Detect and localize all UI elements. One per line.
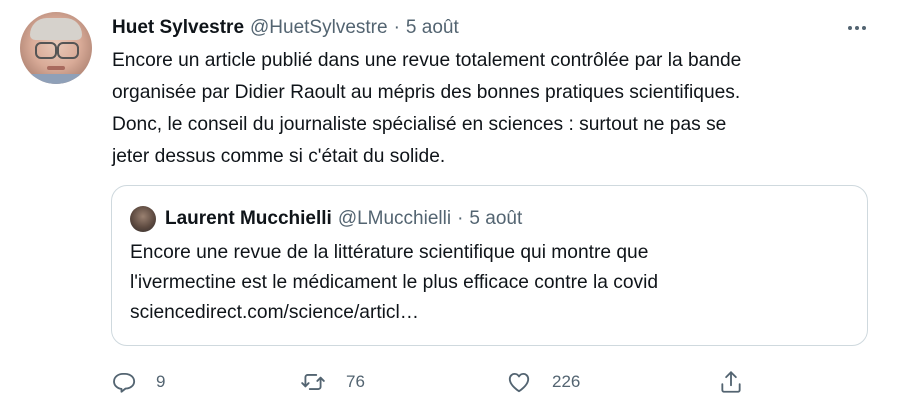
avatar-hair: [30, 18, 82, 40]
reply-button[interactable]: 9: [110, 366, 165, 398]
avatar-shirt: [20, 74, 92, 84]
quoted-tweet[interactable]: Laurent Mucchielli @LMucchielli · 5 août…: [111, 185, 868, 346]
tweet[interactable]: Huet Sylvestre @HuetSylvestre · 5 août E…: [0, 0, 921, 416]
author-avatar[interactable]: [20, 12, 92, 84]
retweet-count: 76: [346, 372, 365, 391]
avatar-glasses-left: [35, 42, 57, 59]
quoted-author-name[interactable]: Laurent Mucchielli: [165, 208, 332, 230]
reply-icon: [113, 372, 136, 393]
retweet-icon: [301, 374, 325, 390]
quoted-tweet-header: Laurent Mucchielli @LMucchielli · 5 août: [165, 205, 522, 233]
like-button[interactable]: 226: [506, 366, 580, 398]
tweet-header: Huet Sylvestre @HuetSylvestre · 5 août: [112, 15, 459, 41]
tweet-text: Encore un article publié dans une revue …: [112, 50, 742, 167]
quoted-tweet-date[interactable]: 5 août: [469, 208, 522, 230]
tweet-date[interactable]: 5 août: [406, 17, 459, 39]
quoted-author-handle[interactable]: @LMucchielli: [338, 208, 451, 230]
author-name[interactable]: Huet Sylvestre: [112, 17, 244, 39]
more-horizontal-icon: [848, 26, 866, 30]
share-icon: [721, 371, 741, 393]
avatar-mouth: [47, 66, 65, 70]
quoted-header-separator: ·: [457, 208, 464, 229]
more-options-button[interactable]: [842, 14, 872, 42]
retweet-button[interactable]: 76: [300, 366, 365, 398]
reply-count: 9: [156, 372, 166, 391]
avatar-glasses-right: [57, 42, 79, 59]
share-button[interactable]: [718, 366, 744, 398]
header-separator: ·: [393, 17, 400, 38]
tweet-actions: 9 76 226: [110, 366, 870, 398]
like-count: 226: [552, 372, 581, 391]
heart-icon: [508, 372, 530, 393]
author-handle[interactable]: @HuetSylvestre: [250, 17, 388, 39]
quoted-tweet-text: Encore une revue de la littérature scien…: [130, 242, 659, 323]
quoted-author-avatar[interactable]: [130, 206, 156, 232]
